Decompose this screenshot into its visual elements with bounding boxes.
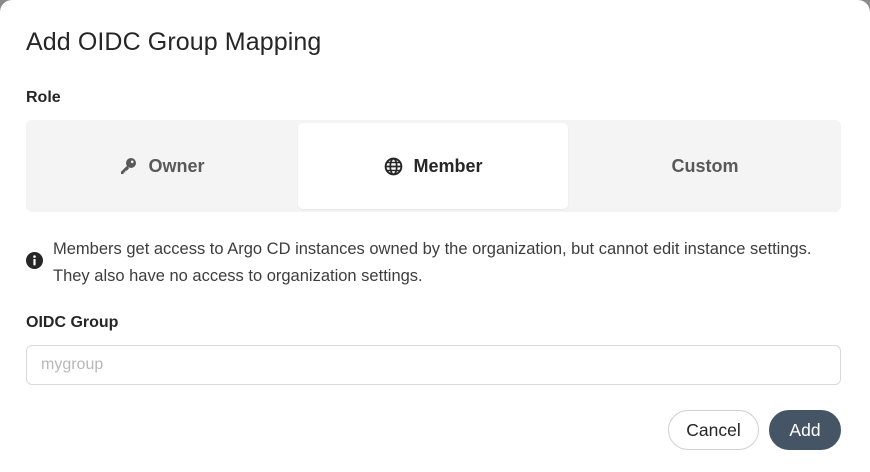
- add-oidc-group-mapping-dialog: Add OIDC Group Mapping Role Owner Member…: [0, 0, 870, 472]
- role-option-custom-label: Custom: [671, 155, 739, 176]
- role-option-member[interactable]: Member: [298, 123, 568, 209]
- role-option-owner[interactable]: Owner: [26, 123, 297, 209]
- role-option-member-label: Member: [413, 155, 483, 176]
- cancel-button[interactable]: Cancel: [668, 410, 759, 450]
- oidc-group-label: OIDC Group: [26, 314, 119, 331]
- role-option-owner-label: Owner: [148, 155, 205, 176]
- key-icon: [118, 156, 138, 176]
- role-option-custom[interactable]: Custom: [569, 123, 841, 209]
- info-circle-icon: [26, 252, 43, 269]
- role-segmented-control: Owner Member Custom: [26, 120, 841, 212]
- globe-icon: [383, 156, 403, 176]
- add-button[interactable]: Add: [769, 410, 841, 450]
- oidc-group-input[interactable]: [26, 345, 841, 385]
- role-label: Role: [26, 89, 61, 106]
- dialog-title: Add OIDC Group Mapping: [26, 28, 322, 56]
- role-description-text: Members get access to Argo CD instances …: [53, 240, 812, 285]
